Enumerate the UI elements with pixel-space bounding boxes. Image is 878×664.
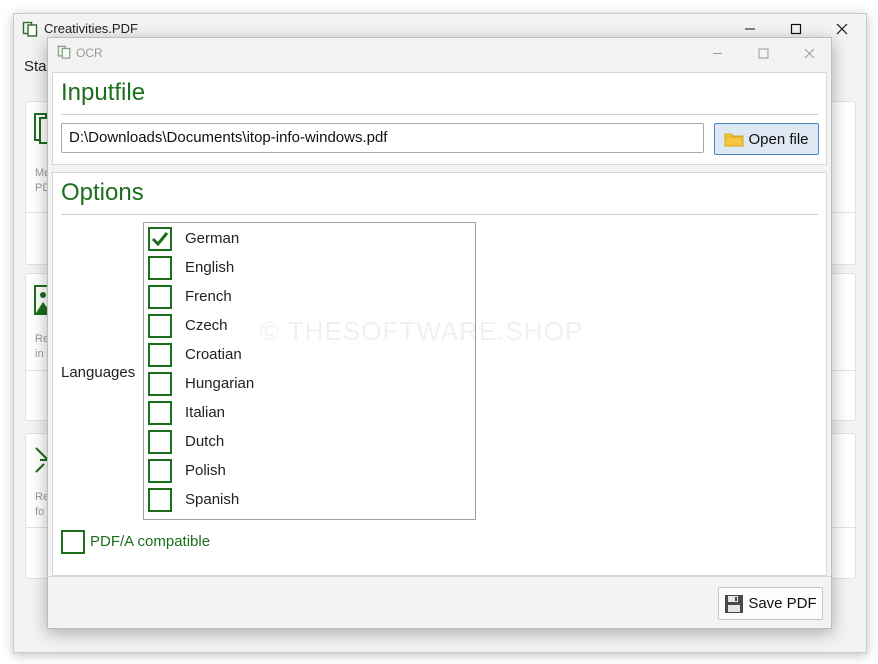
language-checkbox[interactable] [148, 343, 172, 367]
language-checkbox[interactable] [148, 430, 172, 454]
pdfa-checkbox[interactable] [61, 530, 85, 554]
language-label: Czech [185, 317, 228, 334]
header-divider [61, 214, 818, 215]
pdfa-checkbox-row[interactable]: PDF/A compatible [61, 530, 261, 554]
language-item-italian[interactable]: Italian [148, 401, 468, 425]
ocr-close-button[interactable] [795, 42, 823, 64]
open-file-button[interactable]: Open file [714, 123, 819, 155]
minimize-icon [745, 28, 755, 30]
language-checkbox[interactable] [148, 401, 172, 425]
ocr-maximize-button[interactable] [749, 42, 777, 64]
language-label: Dutch [185, 433, 225, 450]
language-label: Polish [185, 462, 226, 479]
languages-label: Languages [61, 364, 136, 381]
language-item-german[interactable]: German [148, 227, 468, 251]
checkmark-icon [151, 232, 169, 247]
minimize-icon [712, 52, 722, 54]
save-pdf-button[interactable]: Save PDF [718, 587, 823, 620]
language-checkbox[interactable] [148, 256, 172, 280]
language-label: Italian [185, 404, 226, 421]
language-checkbox[interactable] [148, 488, 172, 512]
bg-card-text: in [35, 348, 44, 360]
language-checkbox[interactable] [148, 372, 172, 396]
languages-list[interactable]: German English French Czech Croatian Hungaria… [143, 222, 476, 520]
language-checkbox[interactable] [148, 285, 172, 309]
floppy-disk-icon [725, 594, 744, 613]
language-checkbox[interactable] [148, 227, 172, 251]
header-divider [61, 114, 818, 115]
ocr-titlebar: OCR [48, 38, 831, 68]
language-checkbox[interactable] [148, 314, 172, 338]
language-item-dutch[interactable]: Dutch [148, 430, 468, 454]
file-path-input[interactable]: D:\Downloads\Documents\itop-info-windows… [61, 123, 704, 153]
language-item-french[interactable]: French [148, 285, 468, 309]
main-window-title: Creativities.PDF [44, 21, 138, 36]
options-header: Options [61, 179, 144, 206]
language-label: English [185, 259, 235, 276]
open-file-label: Open file [748, 130, 809, 148]
language-label: French [185, 288, 232, 305]
bg-card-text: fo [35, 506, 45, 518]
ocr-minimize-button[interactable] [703, 42, 731, 64]
inputfile-header: Inputfile [61, 79, 146, 106]
language-label: German [185, 230, 240, 247]
maximize-icon [790, 23, 802, 35]
maximize-icon [758, 48, 768, 58]
pdfa-label: PDF/A compatible [90, 533, 211, 550]
language-item-polish[interactable]: Polish [148, 459, 468, 483]
save-pdf-label: Save PDF [748, 595, 817, 612]
close-icon [804, 48, 814, 58]
ocr-app-icon [57, 45, 71, 59]
language-item-spanish[interactable]: Spanish [148, 488, 468, 512]
folder-icon [724, 133, 744, 147]
footer-divider [48, 576, 831, 577]
language-label: Spanish [185, 491, 240, 508]
ocr-dialog: OCR Inputfile D:\Downloads\Documents\ito… [47, 37, 832, 629]
language-item-english[interactable]: English [148, 256, 468, 280]
options-panel: Options Languages German English French Cze… [52, 172, 827, 576]
language-item-croatian[interactable]: Croatian [148, 343, 468, 367]
app-logo-icon [22, 21, 38, 37]
language-label: Hungarian [185, 375, 255, 392]
ocr-dialog-title: OCR [76, 46, 103, 60]
language-label: Croatian [185, 346, 242, 363]
language-checkbox[interactable] [148, 459, 172, 483]
close-icon [836, 23, 848, 35]
language-item-hungarian[interactable]: Hungarian [148, 372, 468, 396]
language-item-czech[interactable]: Czech [148, 314, 468, 338]
inputfile-panel: Inputfile D:\Downloads\Documents\itop-in… [52, 72, 827, 165]
